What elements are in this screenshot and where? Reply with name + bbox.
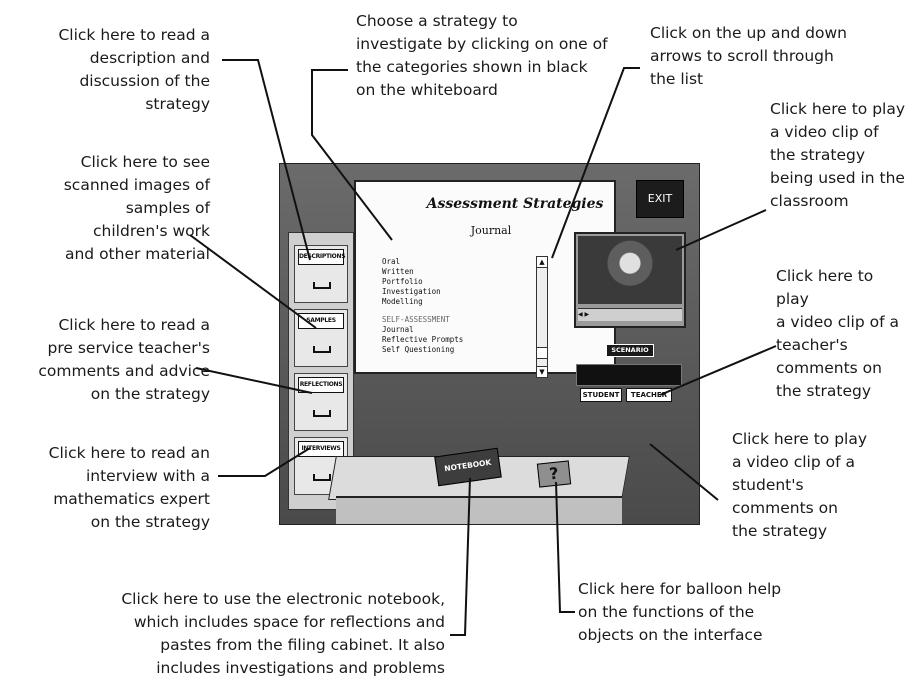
drawer-samples[interactable]: SAMPLES [294,309,348,367]
whiteboard-title: Assessment Strategies [426,196,604,212]
scrollbar[interactable]: ▲ ▼ [536,256,548,378]
balloon-help-icon[interactable]: ? [536,460,572,488]
video-bar [576,364,682,386]
drawer-handle [313,282,331,289]
strategy-item[interactable]: Portfolio [382,277,463,287]
desk-front [336,496,622,524]
strategy-item[interactable]: Investigation [382,287,463,297]
callout-teacher: Click here to play a video clip of a tea… [776,267,899,400]
drawer-label-reflections: REFLECTIONS [298,377,344,393]
drawer-label-samples: SAMPLES [298,313,344,329]
strategy-item[interactable]: Journal [382,325,463,335]
exit-button[interactable]: EXIT [636,180,684,218]
whiteboard-subtitle: Journal [470,224,512,237]
drawer-label-descriptions: DESCRIPTIONS [298,249,346,265]
strategy-item[interactable]: Reflective Prompts [382,335,463,345]
video-controls[interactable]: ◀ ▶ [578,308,682,321]
strategy-item[interactable]: Modelling [382,297,463,307]
drawer-reflections[interactable]: REFLECTIONS [294,373,348,431]
scenario-button[interactable]: SCENARIO [606,344,654,357]
callout-notebook: Click here to use the electronic noteboo… [121,590,445,677]
drawer-label-interviews: INTERVIEWS [298,441,344,457]
drawer-handle [313,346,331,353]
drawer-descriptions[interactable]: DESCRIPTIONS [294,245,348,303]
strategy-item[interactable]: Written [382,267,463,277]
callout-scenario: Click here to play a video clip of the s… [770,100,906,210]
scroll-thumb[interactable] [537,347,547,359]
student-button[interactable]: STUDENT [580,388,622,402]
drawer-handle [313,474,331,481]
callout-interviews: Click here to read an interview with a m… [48,444,210,531]
video-frame [578,236,682,304]
drawer-handle [313,410,331,417]
callout-scroll: Click on the up and down arrows to scrol… [650,24,847,88]
teacher-button[interactable]: TEACHER [626,388,672,402]
strategy-list: Oral Written Portfolio Investigation Mod… [382,257,463,355]
interface-scene: DESCRIPTIONS SAMPLES REFLECTIONS INTERVI… [279,163,700,525]
callout-reflections: Click here to read a pre service teacher… [38,316,210,403]
callout-help: Click here for balloon help on the funct… [578,580,782,644]
strategy-item[interactable]: Self Questioning [382,345,463,355]
video-player: ◀ ▶ [574,232,686,328]
callout-student: Click here to play a video clip of a stu… [732,430,868,540]
scroll-up-arrow-icon[interactable]: ▲ [537,257,547,268]
scroll-down-arrow-icon[interactable]: ▼ [537,366,547,377]
callout-choose-strategy: Choose a strategy to investigate by clic… [356,12,608,99]
section-header: SELF-ASSESSMENT [382,315,450,324]
callout-samples: Click here to see scanned images of samp… [63,153,210,263]
callout-descriptions: Click here to read a description and dis… [58,26,210,113]
strategy-item[interactable]: Oral [382,257,463,267]
